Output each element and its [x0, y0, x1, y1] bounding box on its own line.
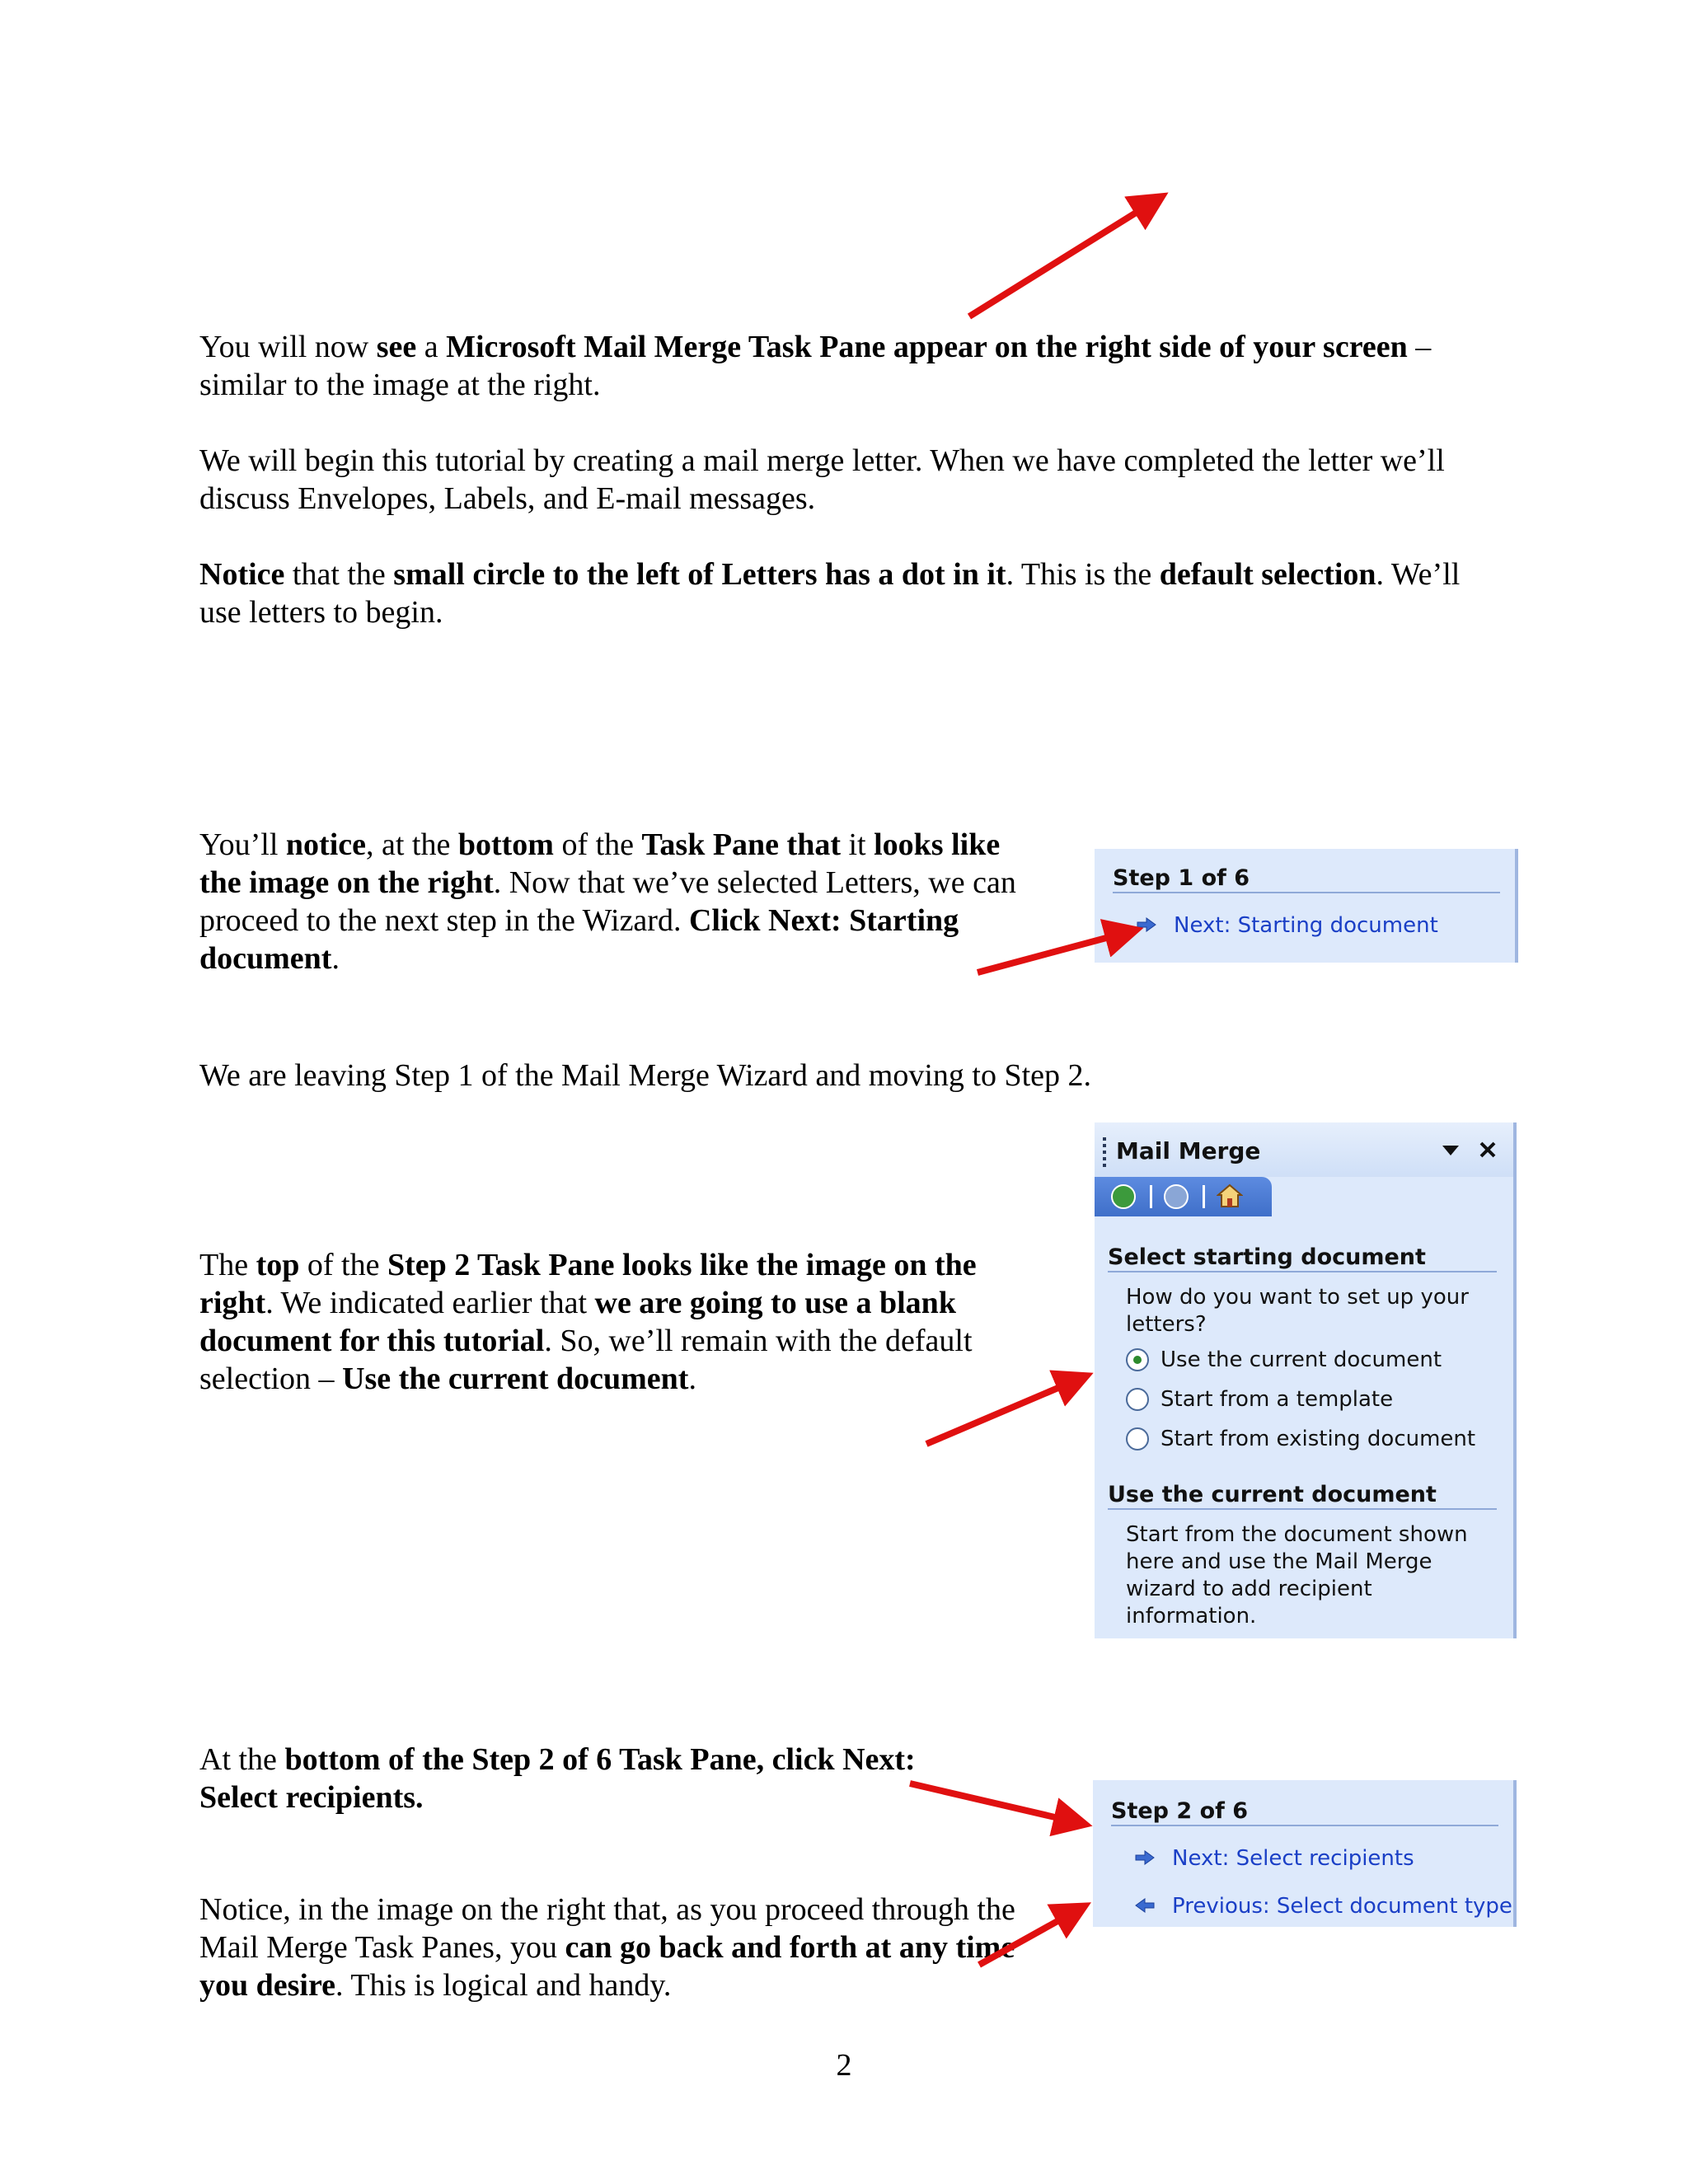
- nav-separator: [1150, 1185, 1152, 1208]
- rich-text-segment: default selection: [1159, 557, 1376, 592]
- right-arrow-icon: [1135, 1850, 1155, 1865]
- rich-text-segment: Notice: [199, 557, 285, 592]
- option-use-current-document[interactable]: Use the current document: [1160, 1347, 1442, 1374]
- section-divider: [1108, 1271, 1497, 1272]
- forward-arrow-icon[interactable]: [1164, 1184, 1189, 1209]
- paragraph-mail-merge-pane-intro: You will now see a Microsoft Mail Merge …: [199, 328, 1493, 404]
- use-current-document-heading: Use the current document: [1108, 1482, 1437, 1507]
- task-pane-step-2-footer: Step 2 of 6 Next: Select recipients Prev…: [1093, 1780, 1517, 1927]
- rich-text-segment: At the: [199, 1742, 285, 1777]
- previous-select-document-type-link[interactable]: Previous: Select document type: [1172, 1894, 1512, 1919]
- rich-text-segment: that the: [284, 557, 394, 592]
- section-divider: [1111, 1825, 1498, 1826]
- step-1-heading: Step 1 of 6: [1113, 865, 1250, 891]
- paragraph-default-selection: Notice that the small circle to the left…: [199, 555, 1493, 631]
- paragraph-back-and-forth: Notice, in the image on the right that, …: [199, 1891, 1024, 2004]
- rich-text-segment: The: [199, 1248, 256, 1282]
- use-current-document-description: Start from the document shown here and u…: [1126, 1522, 1468, 1629]
- rich-text-segment: .: [688, 1361, 696, 1396]
- task-pane-title: Mail Merge: [1116, 1137, 1261, 1165]
- rich-text-segment: bottom: [457, 827, 554, 862]
- rich-text-segment: We are leaving Step 1 of the Mail Merge …: [199, 1058, 1092, 1093]
- task-pane-mail-merge: Mail Merge Select starting document How …: [1095, 1122, 1517, 1638]
- rich-text-segment: . We indicated earlier that: [265, 1286, 595, 1320]
- right-arrow-icon: [1137, 917, 1156, 932]
- left-arrow-icon: [1135, 1898, 1155, 1913]
- red-arrow-icon: [967, 192, 1169, 320]
- radio-use-current-document[interactable]: [1126, 1348, 1149, 1371]
- option-start-from-existing-document[interactable]: Start from existing document: [1160, 1426, 1475, 1453]
- page-number: 2: [836, 2048, 852, 2083]
- rich-text-segment: of the: [299, 1248, 387, 1282]
- rich-text-segment: .: [331, 941, 340, 976]
- task-pane-titlebar: Mail Merge: [1095, 1122, 1513, 1177]
- rich-text-segment: We will begin this tutorial by creating …: [199, 443, 1445, 516]
- paragraph-step-2-top: The top of the Step 2 Task Pane looks li…: [199, 1246, 1032, 1398]
- section-divider: [1108, 1508, 1497, 1510]
- rich-text-segment: it: [840, 827, 874, 862]
- back-arrow-icon[interactable]: [1111, 1184, 1136, 1209]
- radio-start-from-template[interactable]: [1126, 1388, 1149, 1411]
- task-pane-nav-bar: [1095, 1177, 1272, 1216]
- section-divider: [1113, 892, 1500, 893]
- rich-text-segment: . This is the: [1006, 557, 1160, 592]
- radio-start-from-existing-document[interactable]: [1126, 1427, 1149, 1451]
- step-2-heading: Step 2 of 6: [1111, 1798, 1249, 1824]
- paragraph-leaving-step-1: We are leaving Step 1 of the Mail Merge …: [199, 1057, 1436, 1094]
- rich-text-segment: Task Pane that: [641, 827, 841, 862]
- rich-text-segment: small circle to the left of Letters has …: [393, 557, 1006, 592]
- nav-separator: [1203, 1185, 1205, 1208]
- rich-text-segment: Microsoft Mail Merge Task Pane appear on…: [446, 330, 1408, 364]
- rich-text-segment: . This is logical and handy.: [335, 1968, 672, 2003]
- select-starting-document-heading: Select starting document: [1108, 1244, 1426, 1270]
- option-start-from-template[interactable]: Start from a template: [1160, 1386, 1393, 1413]
- paragraph-click-next-starting-document: You’ll notice, at the bottom of the Task…: [199, 826, 1032, 977]
- dropdown-arrow-icon[interactable]: [1441, 1144, 1461, 1157]
- rich-text-segment: You will now: [199, 330, 377, 364]
- rich-text-segment: top: [256, 1248, 300, 1282]
- rich-text-segment: You’ll: [199, 827, 286, 862]
- close-icon[interactable]: [1479, 1141, 1497, 1159]
- setup-question: How do you want to set up your letters?: [1126, 1285, 1469, 1337]
- rich-text-segment: bottom of the Step 2 of 6 Task Pane, cli…: [199, 1742, 916, 1815]
- next-select-recipients-link[interactable]: Next: Select recipients: [1172, 1846, 1414, 1871]
- home-icon[interactable]: [1217, 1183, 1243, 1208]
- next-starting-document-link[interactable]: Next: Starting document: [1174, 913, 1438, 938]
- rich-text-segment: notice: [285, 827, 366, 862]
- rich-text-segment: , at the: [366, 827, 458, 862]
- paragraph-begin-tutorial: We will begin this tutorial by creating …: [199, 442, 1485, 518]
- paragraph-click-next-select-recipients: At the bottom of the Step 2 of 6 Task Pa…: [199, 1741, 991, 1816]
- task-pane-step-1-footer: Step 1 of 6 Next: Starting document: [1095, 849, 1518, 963]
- rich-text-segment: of the: [553, 827, 642, 862]
- drag-grip-icon[interactable]: [1103, 1137, 1106, 1167]
- rich-text-segment: Use the current document: [342, 1361, 689, 1396]
- rich-text-segment: see: [376, 330, 417, 364]
- rich-text-segment: a: [416, 330, 447, 364]
